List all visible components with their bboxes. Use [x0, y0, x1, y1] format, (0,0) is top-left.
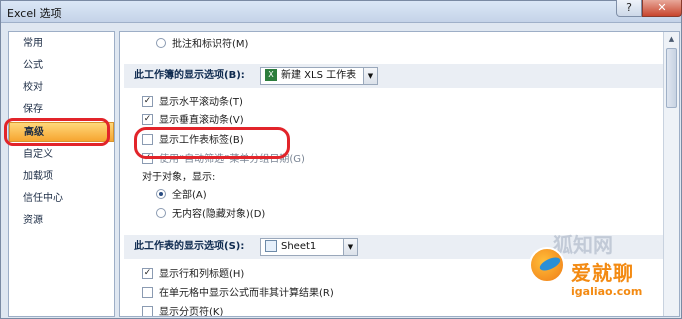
- sidebar-item-addins[interactable]: 加载项: [9, 167, 114, 187]
- excel-file-icon: X: [265, 69, 277, 81]
- row-col-headers-checkbox[interactable]: ✓: [142, 267, 153, 279]
- row-col-headers-option[interactable]: ✓ 显示行和列标题(H): [142, 266, 244, 284]
- sheet-tabs-label: 显示工作表标签(B): [159, 135, 244, 146]
- show-formulas-option[interactable]: 在单元格中显示公式而非其计算结果(R): [142, 285, 334, 303]
- comments-radio[interactable]: [156, 38, 166, 48]
- objects-all-label: 全部(A): [172, 190, 207, 201]
- worksheet-select[interactable]: Sheet1 ▼: [260, 238, 358, 256]
- excel-options-dialog: Excel 选项 ? ✕ 常用 公式 校对 保存 高级 自定义 加载项 信任中心…: [0, 0, 682, 319]
- worksheet-display-label: 此工作表的显示选项(S):: [134, 241, 245, 252]
- page-breaks-option[interactable]: 显示分页符(K): [142, 304, 224, 317]
- sidebar-item-trust-center[interactable]: 信任中心: [9, 189, 114, 209]
- workbook-select-value: 新建 XLS 工作表: [281, 70, 357, 81]
- chevron-down-icon[interactable]: ▼: [363, 68, 377, 84]
- objects-none-label: 无内容(隐藏对象)(D): [172, 209, 266, 220]
- worksheet-display-section-header: 此工作表的显示选项(S): Sheet1 ▼: [124, 235, 664, 259]
- workbook-display-label: 此工作簿的显示选项(B):: [134, 70, 245, 81]
- scroll-thumb[interactable]: [666, 48, 677, 108]
- vertical-scrollbar[interactable]: ▲: [663, 32, 679, 316]
- chevron-down-icon[interactable]: ▼: [343, 239, 357, 255]
- sidebar-item-formulas[interactable]: 公式: [9, 56, 114, 76]
- sheet-tabs-checkbox[interactable]: [142, 133, 153, 145]
- close-button[interactable]: ✕: [642, 0, 682, 17]
- sidebar-item-customize[interactable]: 自定义: [9, 145, 114, 165]
- page-breaks-label: 显示分页符(K): [159, 307, 224, 317]
- horizontal-scrollbar-label: 显示水平滚动条(T): [159, 97, 243, 108]
- options-content-panel: 批注和标识符(M) 此工作簿的显示选项(B): X 新建 XLS 工作表 ▼ ✓ 显…: [119, 31, 680, 317]
- objects-none-option[interactable]: 无内容(隐藏对象)(D): [156, 206, 265, 224]
- autofilter-group-dates-label: 使用“自动筛选”菜单分组日期(G): [159, 154, 305, 165]
- workbook-select[interactable]: X 新建 XLS 工作表 ▼: [260, 67, 378, 85]
- vertical-scrollbar-label: 显示垂直滚动条(V): [159, 115, 244, 126]
- objects-all-option[interactable]: 全部(A): [156, 187, 207, 205]
- objects-all-radio[interactable]: [156, 189, 166, 199]
- window-title: Excel 选项: [7, 7, 62, 20]
- comments-radio-label: 批注和标识符(M): [172, 39, 249, 50]
- sidebar-item-save[interactable]: 保存: [9, 100, 114, 120]
- vertical-scrollbar-checkbox[interactable]: ✓: [142, 113, 153, 125]
- show-formulas-checkbox[interactable]: [142, 286, 153, 298]
- show-formulas-label: 在单元格中显示公式而非其计算结果(R): [159, 288, 334, 299]
- sidebar-item-common[interactable]: 常用: [9, 34, 114, 54]
- workbook-display-section-header: 此工作簿的显示选项(B): X 新建 XLS 工作表 ▼: [124, 64, 664, 88]
- autofilter-group-dates-option[interactable]: ✓ 使用“自动筛选”菜单分组日期(G): [142, 151, 305, 169]
- objects-display-label: 对于对象，显示:: [142, 172, 216, 183]
- horizontal-scrollbar-option[interactable]: ✓ 显示水平滚动条(T): [142, 94, 243, 112]
- row-col-headers-label: 显示行和列标题(H): [159, 269, 245, 280]
- comments-radio-row[interactable]: 批注和标识符(M): [156, 36, 248, 54]
- scroll-up-arrow-icon[interactable]: ▲: [666, 34, 677, 44]
- vertical-scrollbar-option[interactable]: ✓ 显示垂直滚动条(V): [142, 112, 244, 130]
- sidebar-item-advanced[interactable]: 高级: [9, 122, 114, 142]
- autofilter-group-dates-checkbox[interactable]: ✓: [142, 152, 153, 164]
- sidebar-item-resources[interactable]: 资源: [9, 211, 114, 231]
- sidebar-item-proofing[interactable]: 校对: [9, 78, 114, 98]
- sheet-tabs-option[interactable]: 显示工作表标签(B): [142, 132, 244, 150]
- horizontal-scrollbar-checkbox[interactable]: ✓: [142, 95, 153, 107]
- objects-none-radio[interactable]: [156, 208, 166, 218]
- sheet-icon: [265, 240, 277, 252]
- options-sidebar: 常用 公式 校对 保存 高级 自定义 加载项 信任中心 资源: [8, 31, 115, 317]
- title-bar: Excel 选项 ? ✕: [1, 0, 682, 23]
- worksheet-select-value: Sheet1: [281, 241, 317, 252]
- help-button[interactable]: ?: [616, 0, 642, 17]
- page-breaks-checkbox[interactable]: [142, 305, 153, 316]
